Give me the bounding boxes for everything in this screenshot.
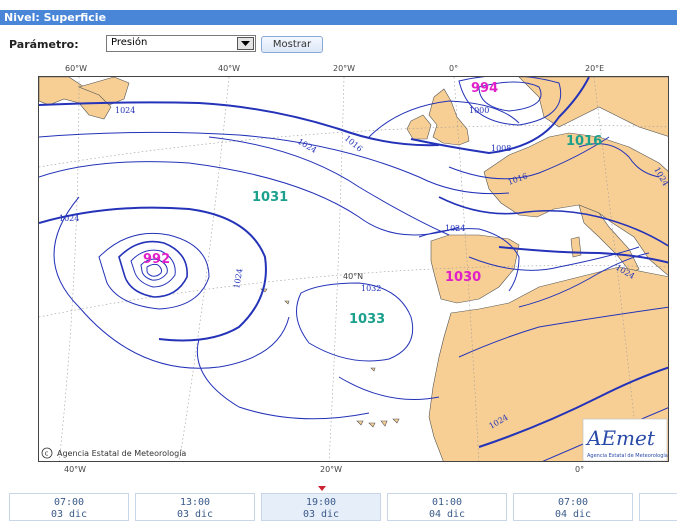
- slot-date: 03 dic: [302, 509, 340, 520]
- timeline-slot[interactable]: 13:00 03 dic: [135, 493, 255, 521]
- lon-label-top: 0°: [449, 64, 459, 73]
- parameter-select[interactable]: Presión: [106, 35, 256, 52]
- slot-date: 04 dic: [554, 509, 592, 520]
- lon-label-bottom: 40°W: [64, 465, 87, 474]
- isobar-label: 1024: [296, 137, 318, 155]
- land-sardinia: [570, 236, 582, 258]
- timeline-slot[interactable]: 07:00 04 dic: [513, 493, 633, 521]
- pressure-center-high: 1031: [252, 190, 288, 205]
- pressure-center-high: 1016: [566, 134, 602, 149]
- slot-time: 19:00: [305, 497, 337, 508]
- parameter-select-value: Presión: [111, 37, 148, 48]
- timeline-slot[interactable]: 07:00 03 dic: [9, 493, 129, 521]
- timeline-slot-active[interactable]: 19:00 03 dic: [261, 493, 381, 521]
- isobar-label: 1024: [59, 214, 79, 223]
- slot-date: 03 dic: [176, 509, 214, 520]
- land-azores: [260, 288, 290, 305]
- isobar-label: 1024: [445, 224, 465, 233]
- isobar-label: 1024: [115, 106, 135, 115]
- aemet-logo-text: AEmet: [585, 426, 656, 450]
- slot-time: 13:00: [179, 497, 211, 508]
- slot-time: 07:00: [53, 497, 85, 508]
- lon-label-bottom: 20°W: [320, 465, 343, 474]
- lon-label-top: 60°W: [65, 64, 88, 73]
- lon-label-top: 40°W: [218, 64, 241, 73]
- timeline-slot-partial[interactable]: [639, 493, 677, 521]
- timeline: 07:00 03 dic 13:00 03 dic 19:00 03 dic 0…: [0, 491, 677, 523]
- slot-date: 03 dic: [50, 509, 88, 520]
- isobar-label: 1000: [469, 106, 489, 115]
- pressure-center-low: 1030: [445, 270, 481, 285]
- land-madeira: [370, 367, 376, 372]
- land-britain: [428, 88, 470, 146]
- level-header: Nivel: Superficie: [0, 10, 677, 25]
- level-title: Nivel: Superficie: [4, 11, 107, 24]
- copyright: c Agencia Estatal de Meteorología: [41, 447, 186, 459]
- pressure-map[interactable]: 1024 1024 1016 1024 1000 1008 1016 1024 …: [38, 76, 669, 462]
- slot-time: 01:00: [431, 497, 463, 508]
- land-iberia: [430, 234, 520, 304]
- aemet-logo-subtitle: Agencia Estatal de Meteorología: [587, 452, 668, 459]
- parameter-label: Parámetro:: [9, 38, 79, 51]
- lat-label: 40°N: [343, 272, 363, 281]
- aemet-logo: AEmet Agencia Estatal de Meteorología: [582, 418, 668, 461]
- pressure-center-high: 1033: [349, 312, 385, 327]
- lon-label-bottom: 0°: [575, 465, 585, 474]
- pressure-center-low: 994: [471, 81, 498, 96]
- copyright-text: Agencia Estatal de Meteorología: [57, 449, 186, 458]
- land-ireland: [406, 114, 432, 140]
- timeline-slot[interactable]: 01:00 04 dic: [387, 493, 507, 521]
- show-button[interactable]: Mostrar: [261, 36, 323, 53]
- isobar-label: 1008: [491, 144, 511, 153]
- land-norway: [518, 77, 668, 137]
- chevron-down-icon[interactable]: [237, 37, 254, 50]
- isobar-label: 1024: [232, 268, 244, 290]
- svg-text:c: c: [45, 450, 49, 458]
- land-canaries: [356, 418, 400, 428]
- lon-label-top: 20°E: [585, 64, 605, 73]
- lon-label-top: 20°W: [333, 64, 356, 73]
- pressure-center-low: 992: [143, 252, 170, 267]
- isobar-label: 1032: [361, 284, 381, 293]
- slot-date: 04 dic: [428, 509, 466, 520]
- slot-time: 07:00: [557, 497, 589, 508]
